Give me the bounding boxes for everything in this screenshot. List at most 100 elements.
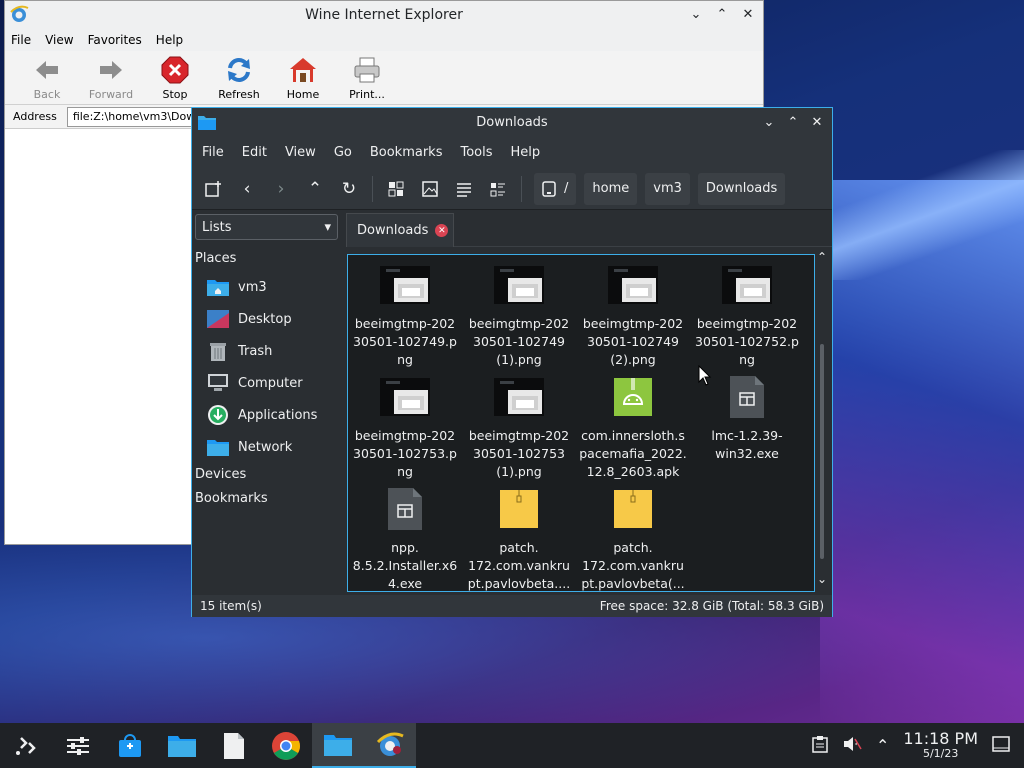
places-item-trash[interactable]: Trash [206, 338, 272, 364]
up-button[interactable]: ⌃ [300, 174, 330, 204]
ie-titlebar[interactable]: Wine Internet Explorer ⌄ ⌃ ✕ [5, 1, 763, 29]
tab-label: Downloads [357, 223, 429, 238]
app-launcher-button[interactable] [0, 723, 52, 768]
fm-menu-go[interactable]: Go [334, 145, 352, 160]
fm-toolbar: ‹ › ⌃ ↻ / home vm3 Downloads [192, 168, 832, 210]
file-item[interactable]: patch. 172.com.vankru pt.pavlovbeta(... [576, 485, 690, 591]
forward-button[interactable]: › [266, 174, 296, 204]
close-button[interactable]: ✕ [739, 5, 757, 23]
chevron-left-icon: ‹ [243, 178, 251, 199]
stop-icon [161, 56, 189, 84]
stop-button[interactable]: Stop [143, 51, 207, 104]
fm-body: Lists ▾ Places vm3 Desktop Trash Compute… [192, 211, 832, 592]
show-desktop-icon[interactable] [992, 735, 1010, 756]
file-view-scrollbar[interactable]: ⌃ ⌄ [816, 250, 830, 592]
back-label: Back [33, 88, 61, 101]
ie-menu-help[interactable]: Help [156, 33, 183, 47]
maximize-button[interactable]: ⌃ [784, 113, 802, 131]
file-name-line: beeimgtmp-202 [582, 316, 684, 331]
icons-view-button[interactable] [381, 174, 411, 204]
reload-button[interactable]: ↻ [334, 174, 364, 204]
places-item-applications[interactable]: Applications [206, 402, 317, 428]
file-name-line: beeimgtmp-202 [696, 316, 798, 331]
file-item[interactable]: com.innersloth.s pacemafia_2022. 12.8_2603… [576, 373, 690, 481]
scrollbar-thumb[interactable] [820, 344, 824, 559]
task-wine-ie[interactable] [364, 723, 416, 768]
ie-menu-view[interactable]: View [45, 33, 73, 47]
breadcrumb-home[interactable]: home [584, 172, 638, 205]
stop-label: Stop [162, 88, 188, 101]
task-text-file[interactable] [208, 723, 260, 768]
split-view-button[interactable] [483, 174, 513, 204]
scroll-up-icon[interactable]: ⌃ [817, 250, 827, 264]
applications-icon [206, 404, 230, 426]
file-item[interactable]: beeimgtmp-202 30501-102753 (1).png [462, 373, 576, 481]
file-name-line: 30501-102749 [587, 334, 679, 349]
minimize-button[interactable]: ⌄ [687, 5, 705, 23]
store-icon [119, 733, 141, 757]
file-item[interactable]: beeimgtmp-202 30501-102749 (1).png [462, 261, 576, 369]
fm-menu-view[interactable]: View [285, 145, 316, 160]
maximize-button[interactable]: ⌃ [713, 5, 731, 23]
ie-menu-file[interactable]: File [11, 33, 31, 47]
breadcrumb-downloads[interactable]: Downloads [697, 172, 786, 205]
minimize-button[interactable]: ⌄ [760, 113, 778, 131]
file-item[interactable]: beeimgtmp-202 30501-102753.p ng [348, 373, 462, 481]
task-discover[interactable] [104, 723, 156, 768]
fm-menu-edit[interactable]: Edit [242, 145, 267, 160]
preview-button[interactable] [415, 174, 445, 204]
print-button[interactable]: Print... [335, 51, 399, 104]
close-tab-icon[interactable]: ✕ [435, 224, 449, 237]
forward-button[interactable]: Forward [79, 51, 143, 104]
view-mode-select[interactable]: Lists ▾ [195, 214, 338, 240]
grid-view-icon [388, 181, 404, 196]
places-label: Network [238, 439, 293, 455]
home-button[interactable]: Home [271, 51, 335, 104]
split-view-icon [490, 182, 505, 196]
task-file-manager[interactable] [156, 723, 208, 768]
address-input[interactable]: file:Z:\home\vm3\Downlo [66, 106, 207, 127]
clock[interactable]: 11:18 PM 5/1/23 [903, 730, 978, 761]
breadcrumb-root[interactable]: / [534, 172, 577, 205]
refresh-button[interactable]: Refresh [207, 51, 271, 104]
fm-menu-file[interactable]: File [202, 145, 224, 160]
file-item[interactable]: npp. 8.5.2.Installer.x6 4.exe [348, 485, 462, 591]
volume-muted-icon[interactable] [842, 735, 862, 757]
folder-icon [168, 735, 196, 757]
back-button[interactable]: Back [15, 51, 79, 104]
new-tab-button[interactable] [198, 174, 228, 204]
fm-menu-help[interactable]: Help [511, 145, 541, 160]
task-settings[interactable] [52, 723, 104, 768]
file-name: npp. 8.5.2.Installer.x6 4.exe [351, 539, 459, 591]
fm-menu-bookmarks[interactable]: Bookmarks [370, 145, 443, 160]
places-item-computer[interactable]: Computer [206, 370, 303, 396]
task-chrome[interactable] [260, 723, 312, 768]
file-item[interactable]: patch. 172.com.vankru pt.pavlovbeta.... [462, 485, 576, 591]
places-item-desktop[interactable]: Desktop [206, 306, 292, 332]
file-name: beeimgtmp-202 30501-102749 (2).png [579, 315, 687, 369]
places-item-vm3[interactable]: vm3 [206, 274, 267, 300]
file-name-line: ng [397, 352, 413, 367]
chrome-icon [272, 731, 300, 760]
places-item-network[interactable]: Network [206, 434, 292, 460]
chevron-up-icon[interactable]: ⌃ [876, 736, 889, 755]
tab-downloads[interactable]: Downloads ✕ [346, 213, 454, 247]
file-name-line: 12.8_2603.apk [586, 464, 680, 479]
close-button[interactable]: ✕ [808, 113, 826, 131]
task-file-manager-active[interactable] [312, 723, 364, 768]
ie-menu-favorites[interactable]: Favorites [88, 33, 142, 47]
home-icon [290, 58, 316, 82]
file-item[interactable]: beeimgtmp-202 30501-102752.p ng [690, 261, 804, 369]
breadcrumb-vm3[interactable]: vm3 [645, 172, 690, 205]
file-item[interactable]: beeimgtmp-202 30501-102749 (2).png [576, 261, 690, 369]
file-view[interactable]: beeimgtmp-202 30501-102749.p ng beeimgtmp-2… [347, 254, 815, 592]
fm-titlebar[interactable]: Downloads ⌄ ⌃ ✕ [192, 108, 832, 136]
file-name-line: 30501-102752.p [695, 334, 799, 349]
scroll-down-icon[interactable]: ⌄ [817, 572, 827, 586]
clipboard-icon[interactable] [812, 735, 828, 757]
fm-menu-tools[interactable]: Tools [460, 145, 492, 160]
file-item[interactable]: beeimgtmp-202 30501-102749.p ng [348, 261, 462, 369]
details-view-button[interactable] [449, 174, 479, 204]
file-name-line: patch. [613, 540, 653, 555]
back-button[interactable]: ‹ [232, 174, 262, 204]
